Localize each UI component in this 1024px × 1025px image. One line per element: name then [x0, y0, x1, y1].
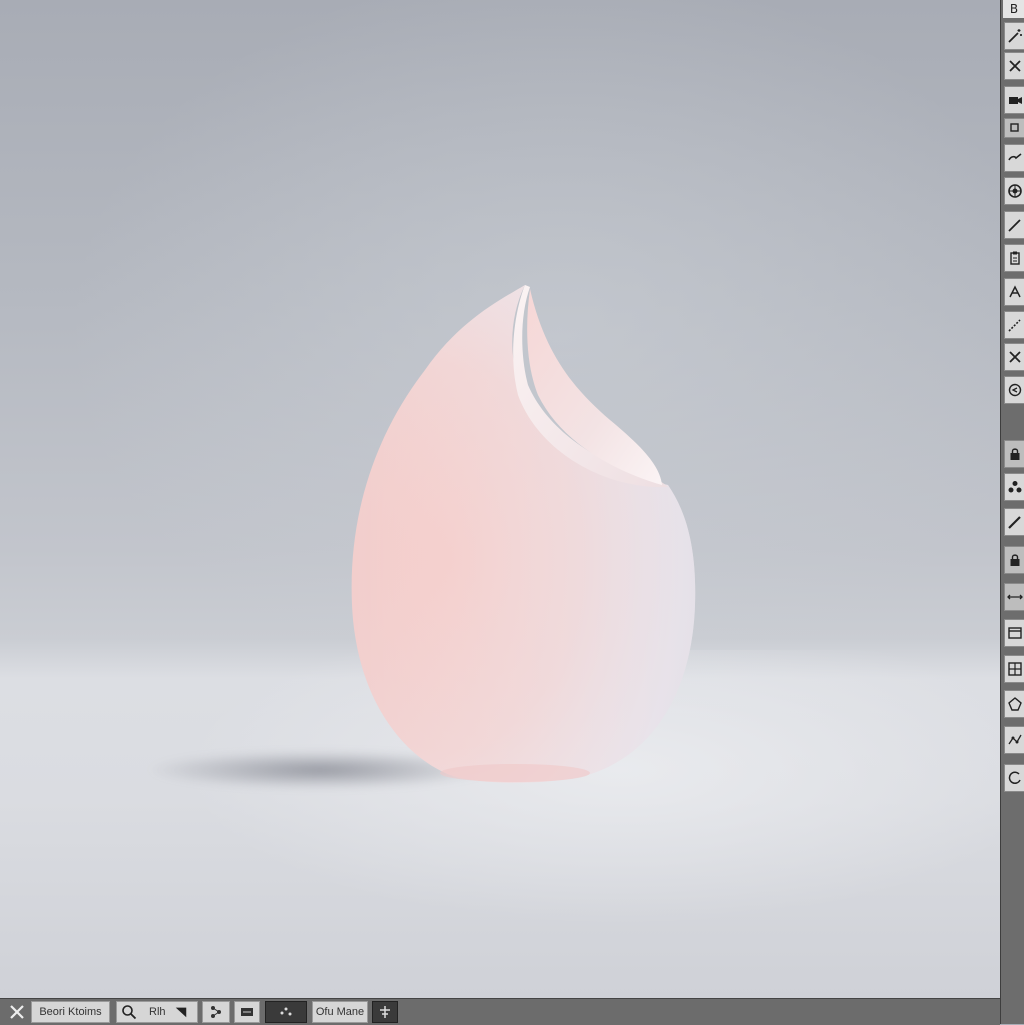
graph-tool-button[interactable] [1004, 726, 1024, 754]
rotate-tool-button[interactable] [1004, 376, 1024, 404]
bottom-status-bar: Beori Ktoims Rlh Ofu Mane [0, 998, 1000, 1025]
close-button[interactable] [4, 1001, 30, 1023]
search-field[interactable]: Rlh [116, 1001, 198, 1023]
clipboard-tool-button[interactable] [1004, 244, 1024, 272]
sphere-tool-button[interactable] [1004, 177, 1024, 205]
wrench-tool-button[interactable] [1004, 144, 1024, 172]
search-items-button[interactable]: Beori Ktoims [31, 1001, 110, 1023]
clipboard-icon [1009, 251, 1020, 265]
nodes-icon [1008, 481, 1021, 493]
panel-button[interactable] [234, 1001, 260, 1023]
close-icon [1008, 60, 1021, 72]
close-tool-button-2[interactable] [1004, 343, 1024, 371]
pen-icon [1007, 219, 1021, 232]
refresh-tool-button[interactable] [1004, 764, 1024, 792]
knife-icon [1007, 516, 1021, 529]
camera-icon [1008, 97, 1022, 104]
toolbar-header-label: B [1003, 0, 1024, 18]
magic-wand-tool-button[interactable] [1004, 22, 1024, 50]
right-toolbar: B [1000, 0, 1024, 1024]
panel-icon [1007, 627, 1022, 639]
split-icon [380, 1006, 390, 1018]
render-viewport[interactable] [0, 0, 1000, 998]
split-button[interactable] [372, 1001, 398, 1023]
mode-label: Ofu Mane [315, 1006, 365, 1018]
small-square-tool-button[interactable] [1004, 118, 1024, 138]
search-icon [122, 1005, 137, 1020]
brush-icon [1007, 319, 1021, 332]
lock-icon [1010, 448, 1019, 460]
grid-icon [1007, 662, 1022, 676]
transform-tool-button[interactable] [1004, 278, 1024, 306]
nodes-icon [211, 1006, 221, 1018]
panel-icon [241, 1008, 253, 1016]
pointer-icon [175, 1007, 186, 1018]
grid-tool-button[interactable] [1004, 655, 1024, 683]
nodes-button[interactable] [202, 1001, 230, 1023]
shape-tool-button[interactable] [1004, 690, 1024, 718]
rotate-icon [1008, 383, 1021, 397]
panel-tool-button[interactable] [1004, 619, 1024, 647]
scale-icon [1006, 594, 1023, 600]
pen-tool-button[interactable] [1004, 211, 1024, 239]
scatter-icon [280, 1007, 292, 1016]
graph-icon [1007, 734, 1022, 745]
teardrop-vase [351, 285, 696, 783]
search-field-label: Rlh [149, 1006, 166, 1018]
close-icon [1008, 351, 1021, 363]
scale-tool-button[interactable] [1004, 583, 1024, 611]
brush-tool-button[interactable] [1004, 311, 1024, 339]
lock-tool-button[interactable] [1004, 440, 1024, 468]
lock-icon [1010, 554, 1019, 566]
knife-tool-button[interactable] [1004, 508, 1024, 536]
refresh-icon [1008, 771, 1021, 784]
scatter-button[interactable] [265, 1001, 307, 1023]
close-tool-button[interactable] [1004, 52, 1024, 80]
search-items-label: Beori Ktoims [39, 1006, 102, 1018]
small-square-icon [1009, 123, 1019, 132]
lock-tool-button-2[interactable] [1004, 546, 1024, 574]
magic-wand-icon [1007, 29, 1022, 43]
nodes-tool-button[interactable] [1004, 473, 1024, 501]
mode-button[interactable]: Ofu Mane [312, 1001, 368, 1023]
shape-icon [1007, 697, 1022, 711]
sphere-icon [1007, 184, 1022, 198]
transform-icon [1008, 285, 1021, 298]
wrench-icon [1007, 153, 1021, 161]
close-icon [10, 1005, 24, 1019]
camera-tool-button[interactable] [1004, 86, 1024, 114]
